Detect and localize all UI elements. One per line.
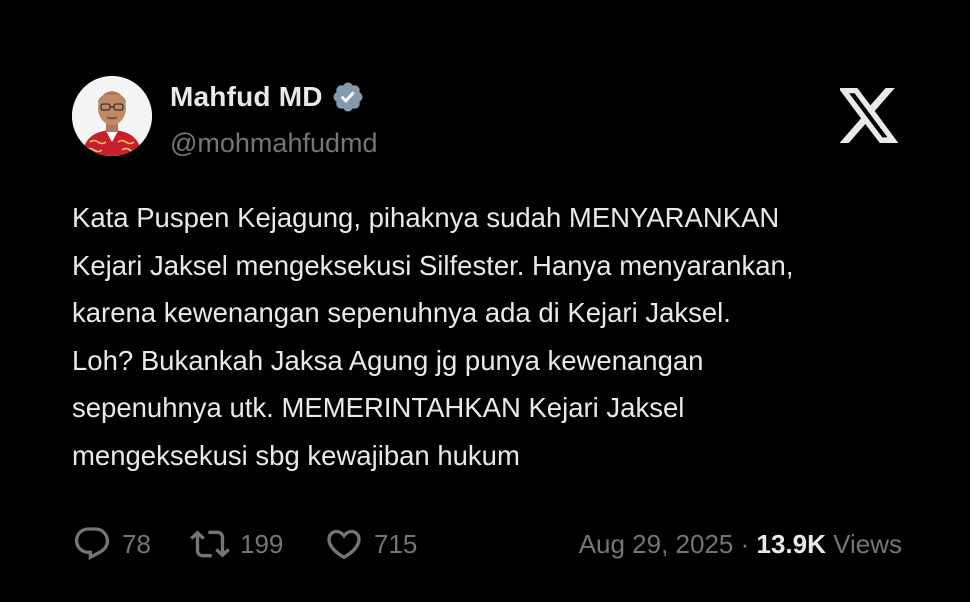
reply-button[interactable]: 78 bbox=[72, 524, 190, 564]
like-count: 715 bbox=[374, 528, 418, 559]
tweet-actions: 78 199 715 bbox=[72, 522, 434, 566]
retweet-icon bbox=[190, 524, 230, 564]
verified-badge-icon bbox=[331, 80, 365, 114]
tweet-text-line: Loh? Bukankah Jaksa Agung jg punya kewen… bbox=[72, 344, 704, 376]
heart-icon bbox=[324, 524, 364, 564]
tweet-text: Kata Puspen Kejagung, pihaknya sudah MEN… bbox=[72, 194, 932, 479]
like-button[interactable]: 715 bbox=[324, 524, 434, 564]
author-name[interactable]: Mahfud MD bbox=[170, 80, 323, 114]
x-logo-icon[interactable] bbox=[838, 88, 900, 143]
tweet-text-line: mengeksekusi sbg kewajiban hukum bbox=[72, 439, 520, 471]
tweet-text-line: Kejari Jaksel mengeksekusi Silfester. Ha… bbox=[72, 249, 794, 281]
reply-count: 78 bbox=[122, 528, 151, 559]
tweet-date[interactable]: Aug 29, 2025 bbox=[579, 529, 734, 559]
views-label: Views bbox=[825, 529, 902, 559]
avatar[interactable] bbox=[72, 76, 152, 156]
retweet-count: 199 bbox=[240, 528, 284, 559]
tweet-meta: Aug 29, 2025 · 13.9K Views bbox=[579, 526, 902, 562]
retweet-button[interactable]: 199 bbox=[190, 524, 324, 564]
author-name-row: Mahfud MD bbox=[170, 80, 365, 114]
reply-icon bbox=[72, 524, 112, 564]
tweet-card: Mahfud MD @mohmahfudmd Kata Puspen Kejag… bbox=[0, 0, 970, 602]
meta-separator: · bbox=[733, 529, 757, 559]
tweet-text-line: Kata Puspen Kejagung, pihaknya sudah MEN… bbox=[72, 202, 780, 233]
tweet-text-line: karena kewenangan sepenuhnya ada di Keja… bbox=[72, 297, 731, 328]
profile-photo bbox=[72, 76, 152, 156]
tweet-text-line: sepenuhnya utk. MEMERINTAHKAN Kejari Jak… bbox=[72, 392, 685, 423]
views-count: 13.9K bbox=[756, 529, 826, 559]
author-handle[interactable]: @mohmahfudmd bbox=[170, 126, 378, 160]
